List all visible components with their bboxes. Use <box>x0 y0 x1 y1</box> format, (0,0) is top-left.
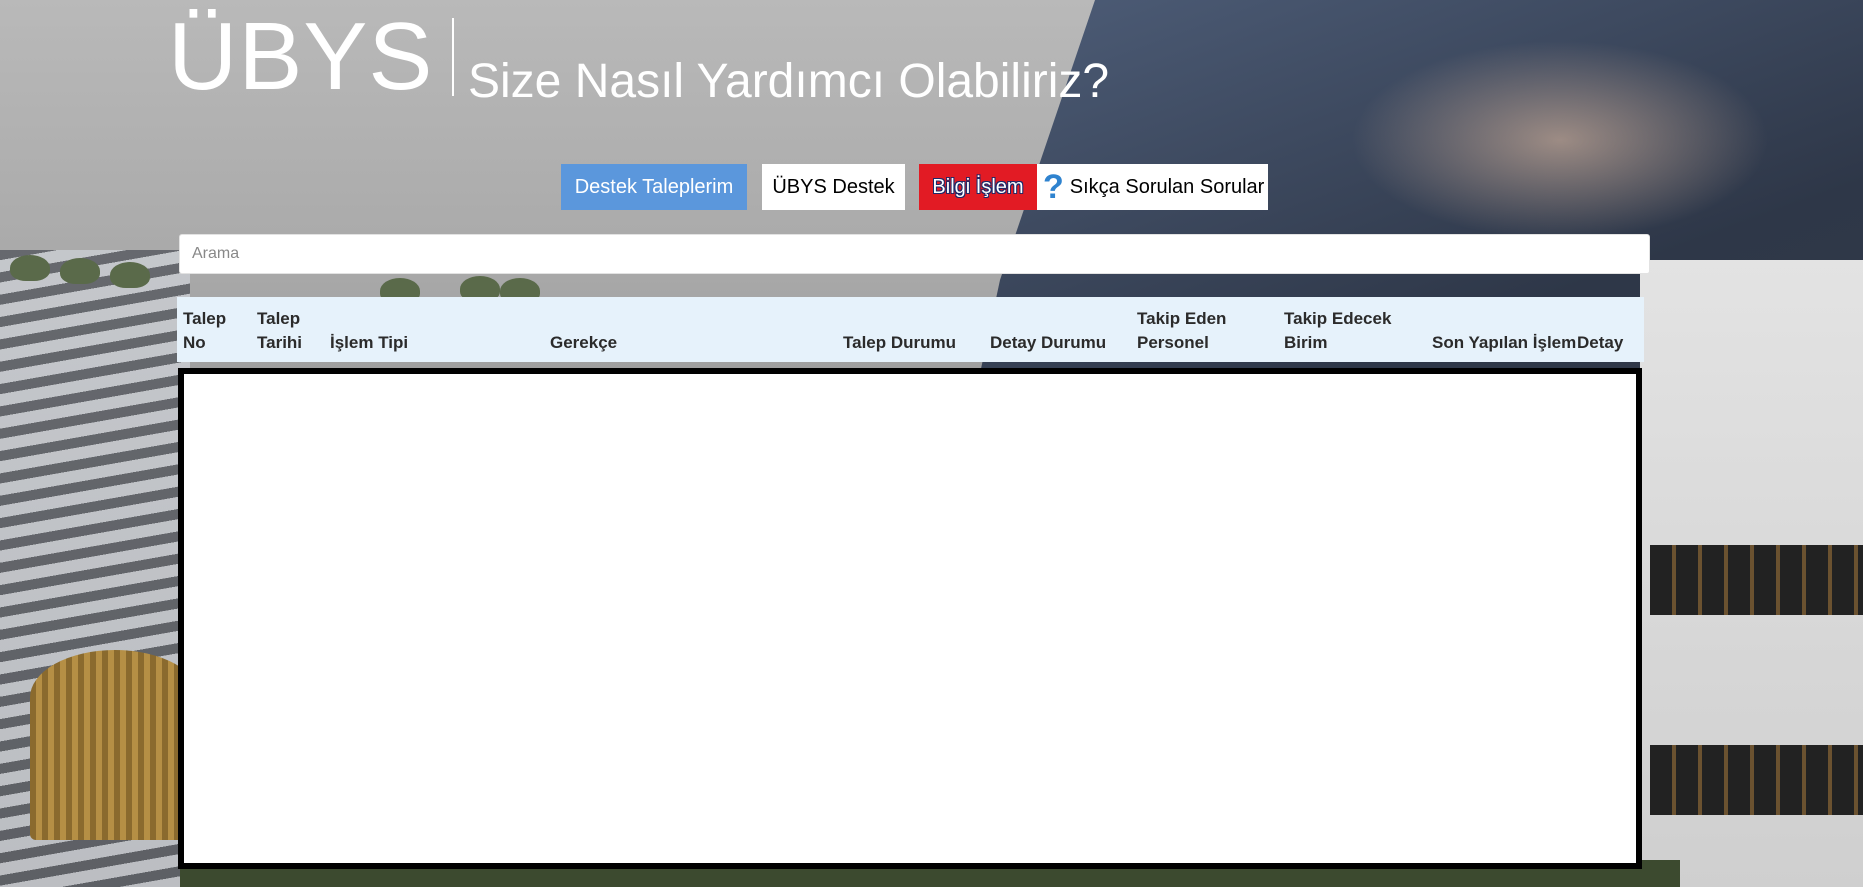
sss-button[interactable]: ? Sıkça Sorulan Sorular <box>1037 164 1268 210</box>
ubys-destek-label: ÜBYS Destek <box>772 175 895 198</box>
column-header-line1: Takip Edecek <box>1284 309 1392 328</box>
column-header-talep-tarihi[interactable]: Talep Tarihi <box>257 307 302 355</box>
question-mark-icon: ? <box>1043 168 1064 206</box>
column-header-takip-eden-personel[interactable]: Takip Eden Personel <box>1137 307 1226 355</box>
ubys-destek-button[interactable]: ÜBYS Destek <box>762 164 905 210</box>
background-sky-glow <box>1350 40 1770 240</box>
column-header-talep-no[interactable]: Talep No <box>183 307 226 355</box>
background-dome <box>30 650 200 840</box>
brand-divider <box>452 18 454 96</box>
bilgi-islem-label: Bilgi İşlem <box>932 175 1024 198</box>
background-windows <box>1650 545 1863 615</box>
column-header-line2: No <box>183 333 206 352</box>
column-header-line1: Talep <box>183 309 227 328</box>
table-body <box>178 368 1642 869</box>
column-header-detay[interactable]: Detay <box>1577 331 1623 355</box>
column-header-islem-tipi[interactable]: İşlem Tipi <box>330 331 408 355</box>
background-windows <box>1650 745 1863 815</box>
background-tree <box>60 258 100 284</box>
table-header: Talep No Talep Tarihi İşlem Tipi Gerekçe… <box>177 297 1644 362</box>
page-tagline: Size Nasıl Yardımcı Olabiliriz? <box>468 55 1110 108</box>
brand-logo: ÜBYS <box>168 3 434 110</box>
page: ÜBYS Size Nasıl Yardımcı Olabiliriz? Des… <box>0 0 1863 887</box>
destek-taleplerim-label: Destek Taleplerim <box>574 175 734 198</box>
column-header-talep-durumu[interactable]: Talep Durumu <box>843 331 956 355</box>
column-header-line2: Birim <box>1284 333 1328 352</box>
bilgi-islem-button[interactable]: Bilgi İşlem <box>919 164 1037 210</box>
column-header-line2: Personel <box>1137 333 1209 352</box>
background-tree <box>10 255 50 281</box>
column-header-gerekce[interactable]: Gerekçe <box>550 331 617 355</box>
background-tree <box>110 262 150 288</box>
column-header-takip-edecek-birim[interactable]: Takip Edecek Birim <box>1284 307 1391 355</box>
column-header-son-yapilan-islem[interactable]: Son Yapılan İşlem <box>1432 331 1576 355</box>
sss-label: Sıkça Sorulan Sorular <box>1069 175 1265 198</box>
column-header-detay-durumu[interactable]: Detay Durumu <box>990 331 1106 355</box>
search-input[interactable] <box>179 234 1650 274</box>
column-header-line1: Takip Eden <box>1137 309 1227 328</box>
destek-taleplerim-button[interactable]: Destek Taleplerim <box>561 164 747 210</box>
column-header-line1: Talep <box>257 309 301 328</box>
column-header-line2: Tarihi <box>257 333 303 352</box>
